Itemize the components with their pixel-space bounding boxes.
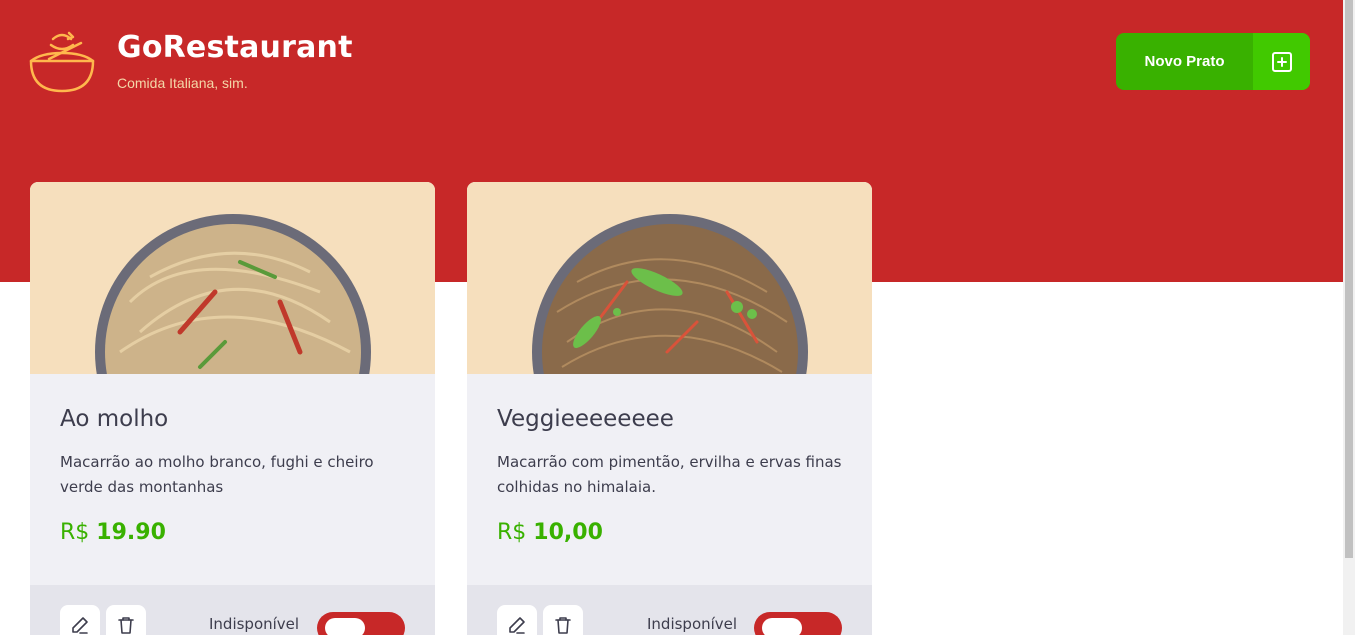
trash-icon [118,617,134,634]
food-card: Ao molho Macarrão ao molho branco, fughi… [30,182,435,635]
price-currency: R$ [60,520,90,545]
pencil-icon [72,617,88,634]
food-price: R$ 10,00 [497,520,842,545]
app-title: GoRestaurant [117,30,353,65]
price-value: 19.90 [96,520,166,545]
trash-icon [555,617,571,634]
edit-button[interactable] [497,605,537,635]
edit-button[interactable] [60,605,100,635]
new-dish-button[interactable]: Novo Prato [1116,33,1310,90]
plus-square-icon [1253,33,1310,90]
food-name: Veggieeeeeeee [497,406,674,432]
price-currency: R$ [497,520,527,545]
brand: GoRestaurant Comida Italiana, sim. [29,29,353,93]
delete-button[interactable] [106,605,146,635]
toggle-knob [762,618,802,635]
delete-button[interactable] [543,605,583,635]
new-dish-button-label: Novo Prato [1144,53,1225,70]
food-card-footer: Indisponível [467,585,872,635]
food-card-footer: Indisponível [30,585,435,635]
app-subtitle: Comida Italiana, sim. [117,75,248,91]
scrollbar-thumb[interactable] [1345,0,1353,558]
toggle-knob [325,618,365,635]
pencil-icon [509,617,525,634]
food-name: Ao molho [60,406,169,432]
price-value: 10,00 [533,520,603,545]
food-description: Macarrão ao molho branco, fughi e cheiro… [60,453,374,496]
page-scrollbar[interactable] [1343,0,1355,635]
availability-toggle[interactable] [317,612,405,635]
bowl-icon [29,31,95,93]
availability-label: Indisponível [209,615,300,633]
availability-toggle[interactable] [754,612,842,635]
availability-label: Indisponível [647,615,738,633]
food-price: R$ 19.90 [60,520,405,545]
food-description: Macarrão com pimentão, ervilha e ervas f… [497,453,842,496]
food-image [467,182,872,374]
food-image [30,182,435,374]
food-card: Veggieeeeeeee Macarrão com pimentão, erv… [467,182,872,635]
